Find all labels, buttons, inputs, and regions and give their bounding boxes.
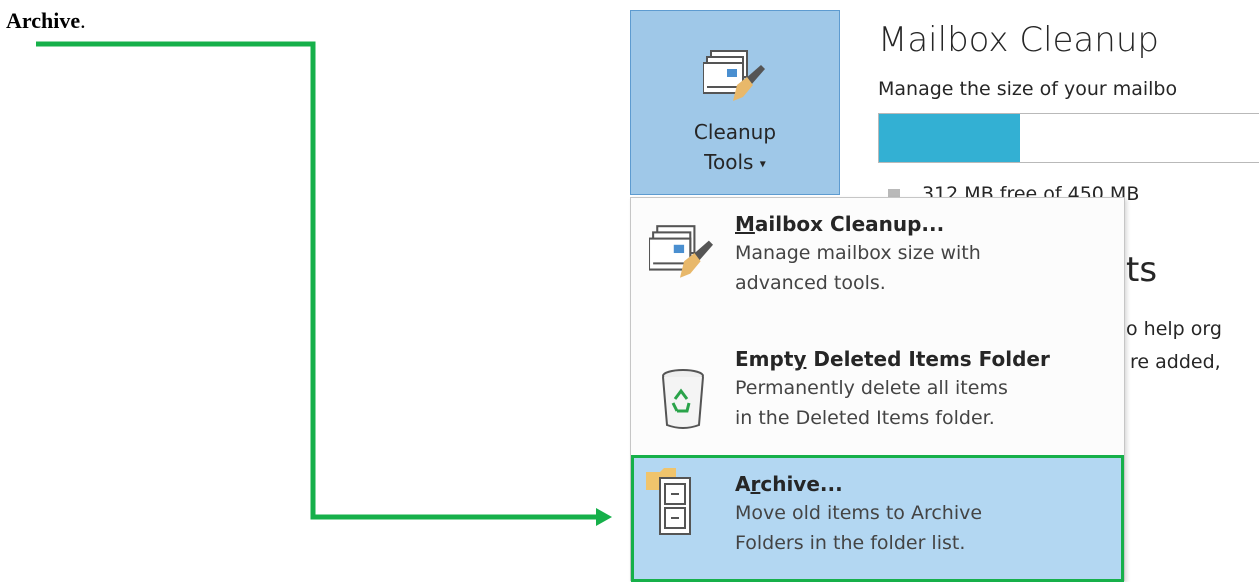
menu-item-desc-2: advanced tools.	[735, 272, 886, 294]
mailbox-quota-bar	[878, 113, 1259, 163]
dropdown-caret-icon: ▾	[759, 156, 766, 171]
menu-item-archive[interactable]: Archive... Move old items to Archive Fol…	[631, 455, 1124, 582]
menu-item-mailbox-cleanup[interactable]: Mailbox Cleanup... Manage mailbox size w…	[631, 198, 1124, 328]
partial-text-1: o help org	[1126, 318, 1222, 340]
cleanup-tools-label-2: Tools	[704, 150, 754, 174]
menu-item-title: Empty Deleted Items Folder	[735, 347, 1050, 371]
menu-item-empty-deleted-items[interactable]: Empty Deleted Items Folder Permanently d…	[631, 333, 1124, 453]
mailbox-quota-fill	[879, 114, 1020, 162]
recycle-bin-icon	[662, 369, 704, 429]
mailbox-cleanup-icon	[649, 225, 713, 278]
menu-item-desc-1: Permanently delete all items	[735, 377, 1008, 399]
archive-cabinet-icon	[646, 468, 691, 535]
menu-item-desc-1: Move old items to Archive	[735, 502, 983, 524]
cleanup-tools-label-1: Cleanup	[693, 120, 777, 144]
mailbox-cleanup-title: Mailbox Cleanup	[878, 20, 1159, 60]
menu-item-desc-2: in the Deleted Items folder.	[735, 407, 995, 429]
cleanup-tools-button[interactable]: Cleanup Tools ▾	[630, 10, 840, 195]
cleanup-tools-menu: Mailbox Cleanup... Manage mailbox size w…	[630, 197, 1125, 582]
menu-item-desc-2: Folders in the folder list.	[735, 532, 966, 554]
mailbox-cleanup-icon	[703, 50, 765, 101]
partial-text-2: re added,	[1130, 351, 1221, 373]
mailbox-cleanup-description: Manage the size of your mailbo	[878, 78, 1178, 100]
partial-heading: ts	[1126, 250, 1158, 290]
menu-item-title: Mailbox Cleanup...	[735, 212, 945, 236]
menu-item-title: Archive...	[735, 472, 843, 496]
menu-item-desc-1: Manage mailbox size with	[735, 242, 981, 264]
